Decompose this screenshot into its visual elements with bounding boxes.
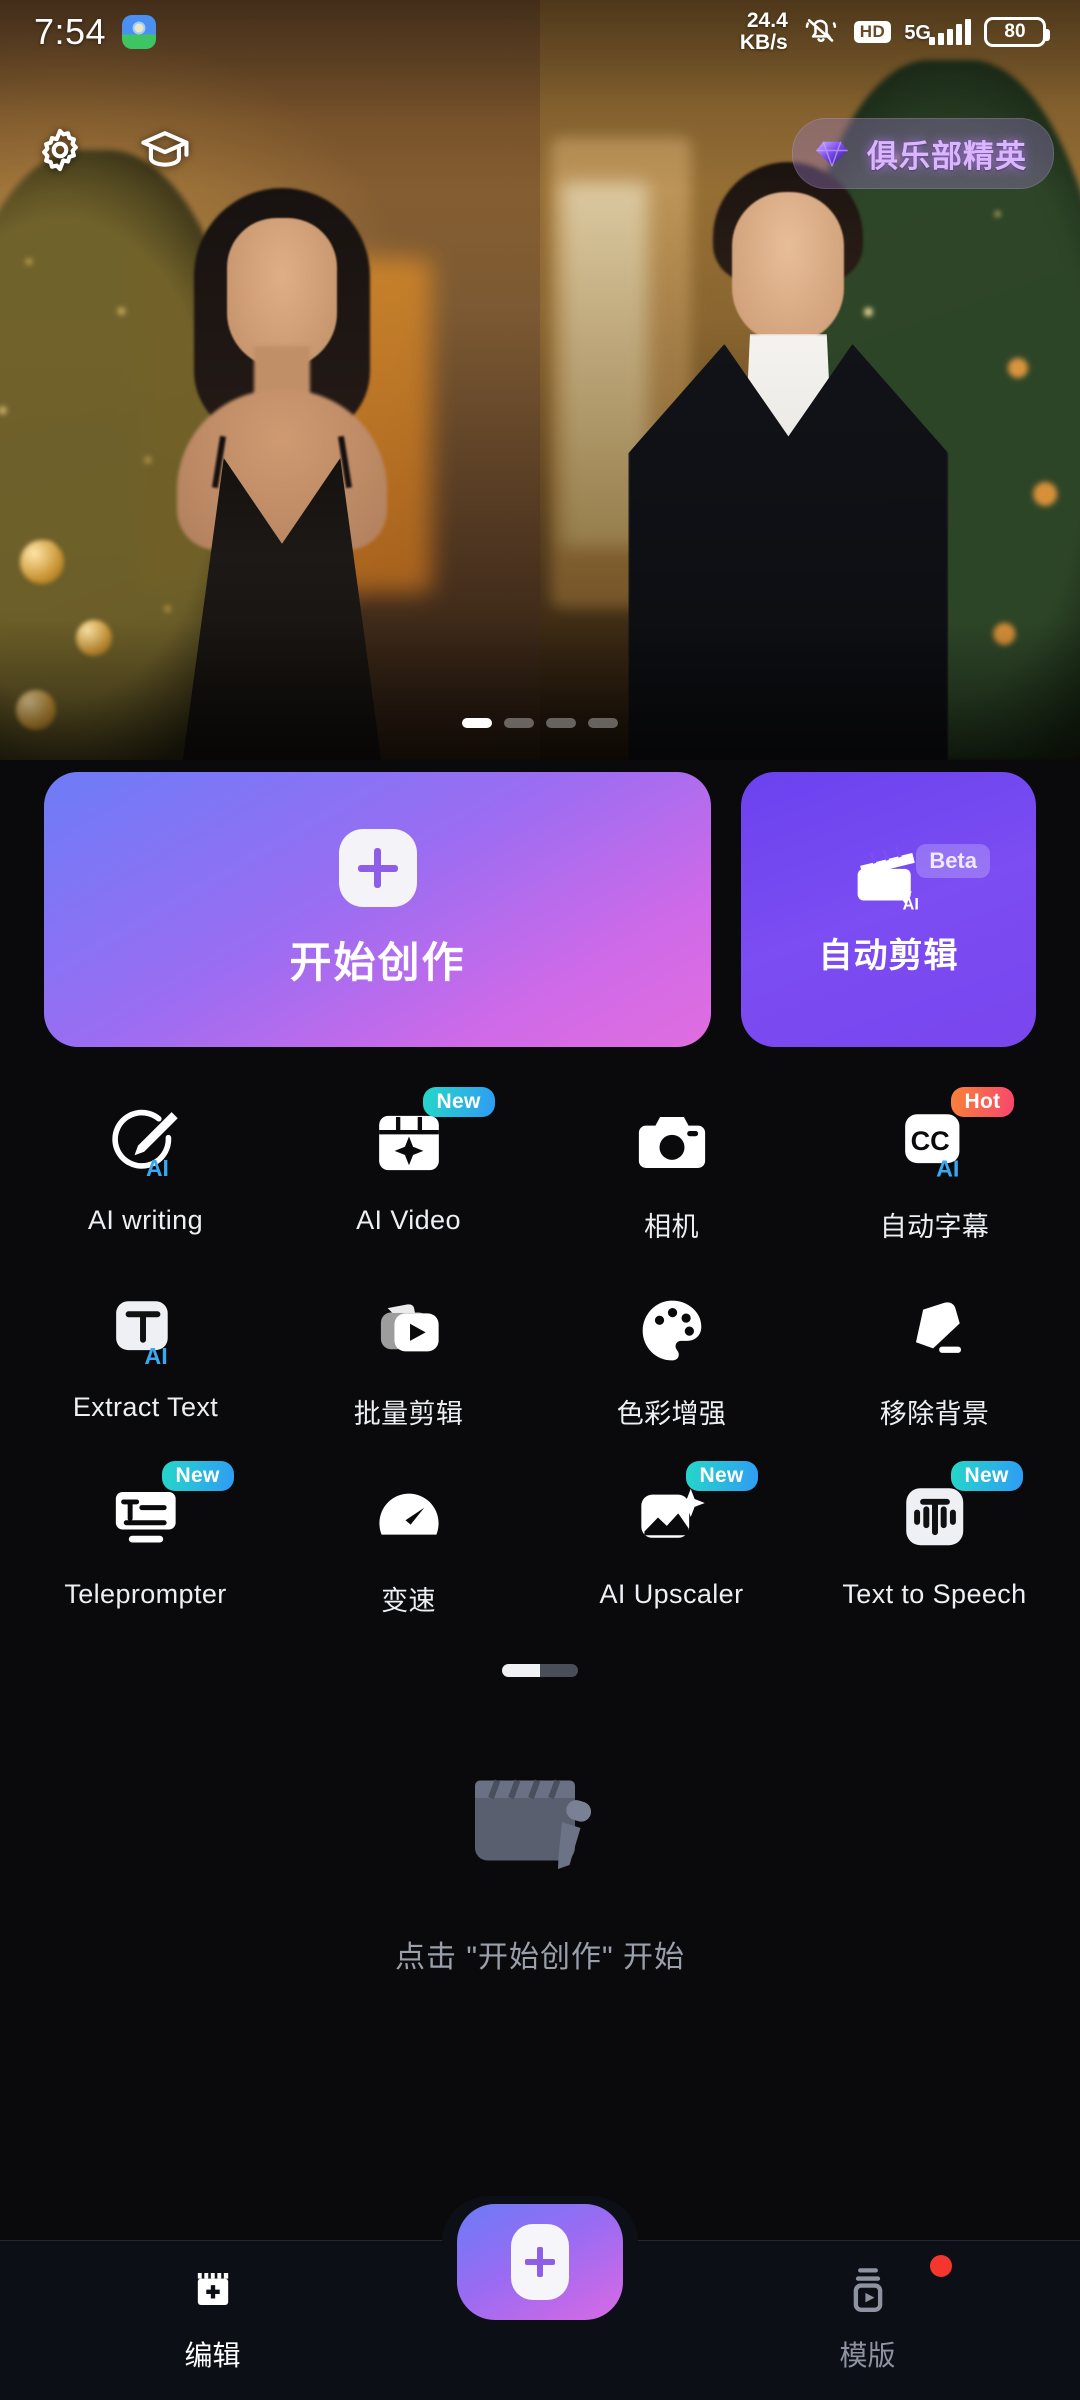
tool-extract-text[interactable]: AI Extract Text	[14, 1288, 277, 1431]
svg-text:AI: AI	[146, 1155, 169, 1181]
batch-video-icon	[367, 1288, 451, 1372]
page-dot[interactable]	[540, 1664, 578, 1677]
network-speed-value: 24.4	[746, 9, 788, 33]
carousel-dot[interactable]	[462, 718, 492, 728]
tool-label: 移除背景	[879, 1399, 990, 1429]
hero-carousel-dots[interactable]	[462, 718, 618, 728]
tool-label: Text to Speech	[842, 1579, 1027, 1609]
hot-badge: Hot	[950, 1087, 1015, 1117]
tool-label: 色彩增强	[616, 1399, 727, 1429]
svg-text:AI: AI	[902, 895, 918, 913]
new-badge: New	[161, 1461, 234, 1491]
carousel-dot[interactable]	[504, 718, 534, 728]
new-badge: New	[950, 1461, 1023, 1491]
camera-icon	[630, 1101, 714, 1185]
status-bar-right: 24.4 KB/s HD 5G 80	[740, 10, 1050, 54]
network-speed: 24.4 KB/s	[740, 10, 788, 54]
network-type-label: 5G	[904, 22, 931, 44]
status-bar: 7:54 24.4 KB/s HD 5G 80	[0, 0, 1080, 64]
auto-edit-label: 自动剪辑	[818, 936, 959, 975]
tool-label: 自动字幕	[879, 1212, 990, 1242]
hero-carousel[interactable]: 俱乐部精英	[0, 0, 1080, 760]
network-speed-unit: KB/s	[739, 31, 788, 54]
eraser-icon	[893, 1288, 977, 1372]
nav-item-edit[interactable]: 编辑	[0, 2241, 425, 2374]
signal-bars-icon	[929, 19, 971, 45]
tools-grid: AI AI writing New AI Video 相机 Hot CC AI …	[0, 1047, 1080, 1618]
tools-page-indicator[interactable]	[0, 1664, 1080, 1677]
empty-state: 点击 "开始创作" 开始	[0, 1755, 1080, 1976]
nav-label-edit: 编辑	[184, 2340, 241, 2371]
bell-muted-icon	[801, 13, 841, 52]
tool-batch-edit[interactable]: 批量剪辑	[277, 1288, 540, 1431]
tool-label: Teleprompter	[64, 1579, 227, 1609]
status-time: 7:54	[34, 11, 107, 52]
new-badge: New	[685, 1461, 758, 1491]
film-plus-icon	[187, 2263, 239, 2320]
tool-label: 相机	[644, 1212, 699, 1242]
club-elite-badge[interactable]: 俱乐部精英	[792, 118, 1054, 189]
tool-label: 变速	[381, 1586, 436, 1616]
tool-ai-video[interactable]: New AI Video	[277, 1087, 540, 1244]
primary-actions: 开始创作 Beta AI 自动剪辑	[0, 760, 1080, 1047]
svg-text:CC: CC	[910, 1125, 949, 1156]
nav-item-template[interactable]: 模版	[655, 2241, 1080, 2374]
carousel-dot[interactable]	[588, 718, 618, 728]
start-creating-label: 开始创作	[289, 939, 466, 986]
status-bar-left: 7:54	[34, 11, 157, 53]
tool-label: AI Upscaler	[599, 1579, 744, 1609]
plus-icon	[511, 2224, 569, 2300]
battery-level: 80	[1004, 21, 1026, 42]
tool-label: AI Video	[356, 1205, 461, 1235]
tool-auto-subtitle[interactable]: Hot CC AI 自动字幕	[803, 1087, 1066, 1244]
svg-text:AI: AI	[144, 1343, 167, 1368]
tool-text-to-speech[interactable]: New Text to Speech	[803, 1461, 1066, 1618]
battery-indicator: 80	[984, 17, 1050, 47]
text-extract-ai-icon: AI	[104, 1288, 188, 1372]
clapperboard-pencil-icon	[465, 1755, 615, 1896]
tool-color-enhance[interactable]: 色彩增强	[540, 1288, 803, 1431]
beta-badge: Beta	[916, 844, 990, 878]
color-palette-icon	[630, 1288, 714, 1372]
tool-speed[interactable]: 变速	[277, 1475, 540, 1618]
template-play-icon	[843, 2263, 893, 2320]
empty-state-caption: 点击 "开始创作" 开始	[395, 1941, 685, 1974]
diamond-gem-icon	[811, 133, 853, 175]
new-badge: New	[422, 1087, 495, 1117]
create-fab-button[interactable]	[457, 2204, 623, 2320]
tool-label: AI writing	[87, 1205, 204, 1235]
tool-camera[interactable]: 相机	[540, 1101, 803, 1244]
notification-dot	[929, 2255, 952, 2277]
carousel-dot[interactable]	[546, 718, 576, 728]
nav-label-template: 模版	[839, 2340, 896, 2371]
main-content: 开始创作 Beta AI 自动剪辑 AI AI writing New AI V…	[0, 760, 1080, 2400]
speedometer-icon	[367, 1475, 451, 1559]
maps-app-icon	[122, 15, 157, 49]
hero-bottom-scrim	[0, 620, 1080, 760]
page-dot-active[interactable]	[502, 1664, 540, 1677]
ai-pen-circle-icon: AI	[104, 1101, 188, 1185]
tool-teleprompter[interactable]: New Teleprompter	[14, 1461, 277, 1618]
tool-label: Extract Text	[72, 1392, 219, 1422]
plus-icon	[338, 829, 417, 907]
tool-remove-background[interactable]: 移除背景	[803, 1288, 1066, 1431]
hd-badge: HD	[853, 21, 892, 43]
graduation-cap-icon[interactable]	[138, 124, 194, 176]
gear-icon[interactable]	[34, 124, 86, 176]
tool-label: 批量剪辑	[353, 1399, 464, 1429]
hero-overlay-tools	[34, 124, 194, 176]
start-creating-button[interactable]: 开始创作	[44, 772, 711, 1047]
ornament-ball	[20, 540, 64, 584]
tool-ai-writing[interactable]: AI AI writing	[14, 1101, 277, 1244]
club-elite-label: 俱乐部精英	[867, 139, 1027, 174]
tool-ai-upscaler[interactable]: New AI Upscaler	[540, 1461, 803, 1618]
svg-text:AI: AI	[936, 1156, 959, 1181]
auto-edit-button[interactable]: Beta AI 自动剪辑	[741, 772, 1036, 1047]
